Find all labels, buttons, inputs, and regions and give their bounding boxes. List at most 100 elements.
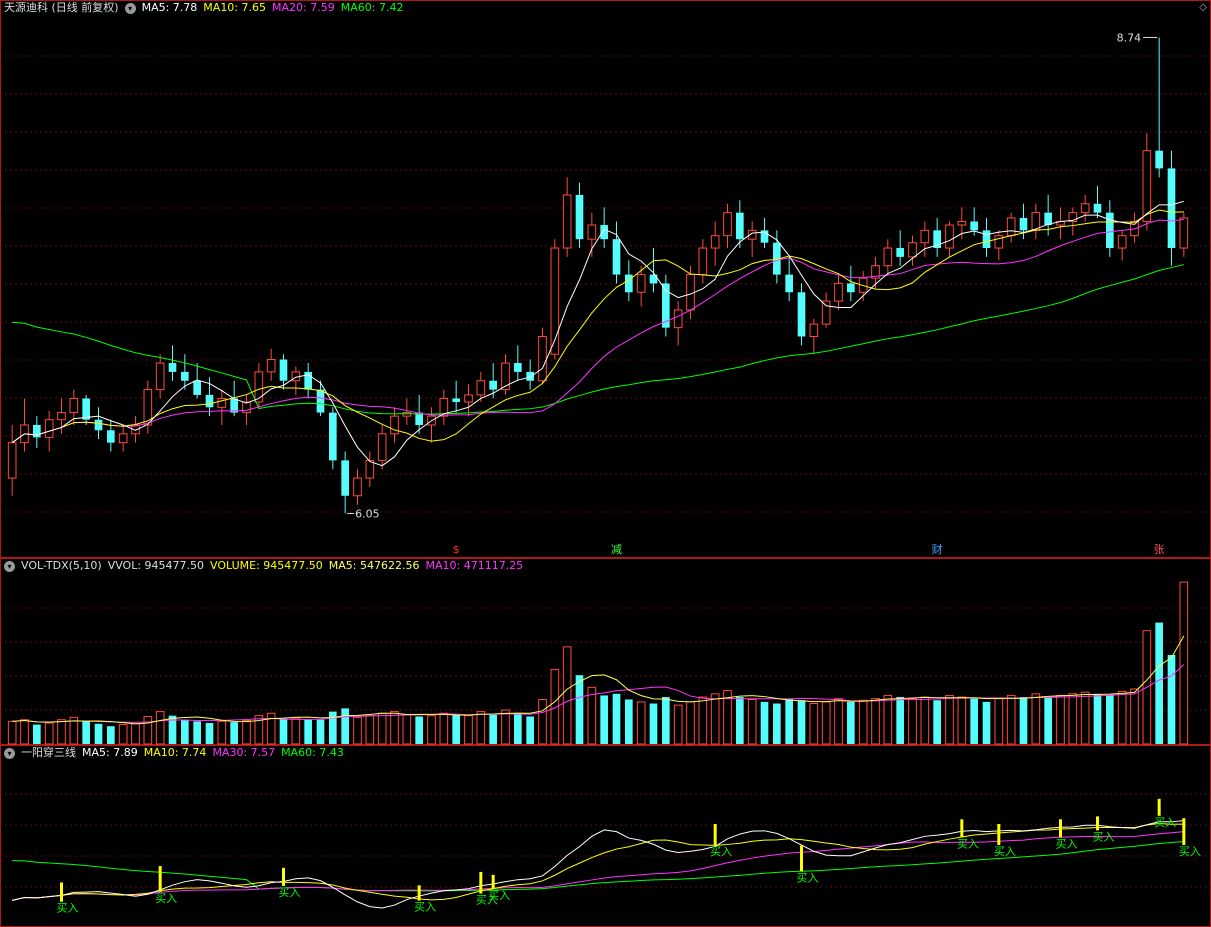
volume-bar [7, 720, 17, 745]
buy-signal-label: 买入 [57, 902, 79, 915]
buy-signal-label: 买入 [155, 892, 177, 905]
vol-title: VOL-TDX(5,10) [21, 559, 102, 572]
volume-bar [760, 701, 769, 744]
ind-ma30: MA30: 7.57 [212, 746, 276, 759]
volume-bar [982, 701, 991, 744]
candle-body [562, 194, 572, 249]
candle-body [550, 247, 560, 355]
candle-body [1179, 217, 1189, 249]
volume-bar [575, 675, 584, 744]
candle-body [181, 371, 189, 381]
candle-body [710, 235, 720, 249]
volume-bar [896, 697, 904, 744]
candle-body [1044, 212, 1052, 226]
ind-ma5: MA5: 7.89 [82, 746, 138, 759]
volume-bar [698, 696, 708, 745]
buy-signal-label: 买入 [488, 889, 510, 902]
volume-header: ▾ VOL-TDX(5,10) VVOL: 945477.50 VOLUME: 945… [4, 559, 529, 573]
ma10-line [11, 209, 1184, 444]
candle-body [809, 323, 819, 338]
candle-body [1106, 212, 1114, 249]
candle-body [821, 300, 831, 325]
settings-icon[interactable]: ▾ [124, 2, 136, 14]
volume-bar [1080, 691, 1090, 745]
ma5-line [11, 200, 1184, 467]
buy-signal-bar [1182, 818, 1186, 845]
candle-body [1142, 150, 1152, 222]
candle-body [600, 225, 608, 240]
volume-bar [673, 704, 683, 745]
volume-bar [600, 695, 608, 744]
volume-bar [205, 722, 214, 744]
candle-body [94, 419, 103, 431]
price-ma60: MA60: 7.42 [340, 1, 404, 14]
buy-signal-label: 买入 [279, 886, 301, 899]
volume-bar [858, 699, 868, 745]
candle-body [390, 415, 399, 435]
buy-signal-bar [1157, 798, 1161, 816]
volume-bar [736, 697, 744, 744]
indicator-frame [0, 745, 1211, 927]
volume-bar [945, 694, 954, 745]
event-marker: 张 [1154, 543, 1165, 556]
volume-bar [94, 723, 103, 744]
volume-bar [625, 699, 633, 744]
candle-body [723, 212, 732, 237]
candle-body [205, 394, 214, 408]
buy-signal-label: 买入 [957, 837, 979, 850]
volume-bar [266, 712, 276, 745]
volume-chart [0, 558, 1211, 745]
volume-bar [747, 698, 757, 745]
candle-body [883, 247, 893, 267]
volume-bar [1031, 693, 1041, 745]
candle-body [797, 292, 806, 337]
candle-body [168, 363, 177, 372]
volume-bar [821, 701, 831, 745]
volume-bar [329, 711, 337, 744]
candle-body [612, 239, 621, 275]
candle-body [1155, 150, 1163, 169]
volume-bar [612, 693, 621, 744]
ma60-line [12, 264, 1184, 415]
volume-bar [143, 715, 153, 745]
volume-bar [1179, 581, 1189, 745]
volume-bar [994, 698, 1004, 745]
volume-bar [464, 715, 473, 745]
stock-title: 天源迪科 (日线 前复权) [4, 1, 119, 14]
volume-bar [538, 698, 547, 745]
volume-bar [365, 715, 375, 745]
diamond-icon[interactable]: ◇ [1199, 2, 1207, 13]
candle-body [242, 401, 251, 414]
settings-icon[interactable]: ▾ [4, 747, 15, 759]
buy-signal-bar [1096, 816, 1099, 831]
volume-bar [304, 719, 312, 744]
volume-bar [1130, 688, 1139, 745]
candle-body [920, 229, 930, 244]
volume-bar [587, 686, 597, 745]
volume-bar [933, 700, 941, 744]
indicator-chart: 买入买入 买入买入买入买入买入买入买入买入买入买入买入买入 [0, 745, 1211, 927]
candle-body [625, 274, 633, 293]
candle-body [957, 220, 967, 226]
volume-bar [809, 703, 819, 745]
volume-bar [871, 698, 880, 745]
candle-body [489, 380, 497, 390]
settings-icon[interactable]: ▾ [4, 560, 15, 572]
buy-signal-bar [158, 866, 162, 892]
volume-bar [834, 698, 843, 745]
high-price-label: 8.74 [1117, 31, 1142, 44]
volume-bar [1068, 693, 1078, 745]
volume-bar [662, 697, 670, 744]
volume-bar [353, 716, 362, 745]
vol-ma5: MA5: 547622.56 [328, 559, 420, 572]
candle-body [698, 247, 708, 276]
candle-body [402, 412, 412, 417]
candle-body [476, 380, 486, 396]
candle-body [464, 394, 473, 403]
candle-body [341, 460, 349, 496]
price-ma5: MA5: 7.78 [141, 1, 198, 14]
volume-bar [20, 719, 29, 745]
low-price-label: 6.05 [355, 507, 380, 520]
volume-bar [514, 713, 522, 744]
buy-signal-label: 买入 [1154, 816, 1176, 829]
